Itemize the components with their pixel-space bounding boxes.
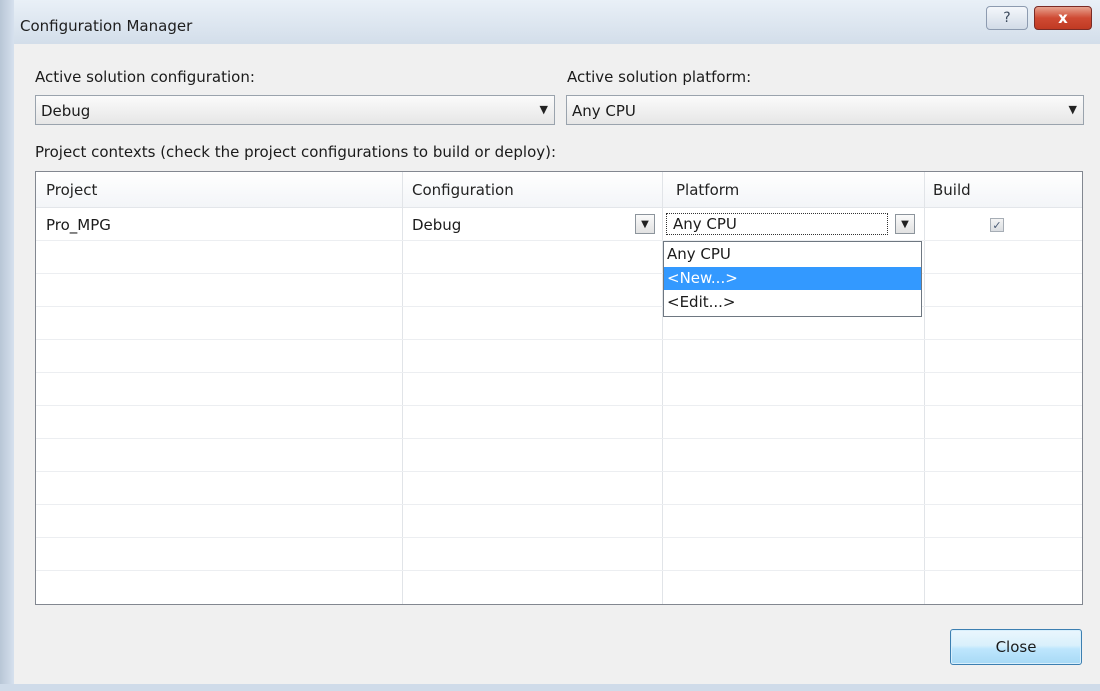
chevron-down-icon[interactable]: ▼	[635, 214, 655, 234]
help-button[interactable]: ?	[986, 6, 1028, 30]
row-configuration-value: Debug	[412, 216, 462, 234]
row-platform-combo[interactable]: Any CPU ▼	[666, 212, 921, 236]
column-divider	[924, 172, 925, 604]
row-divider	[36, 504, 1082, 505]
window-title: Configuration Manager	[20, 17, 193, 35]
platform-dropdown-list[interactable]: Any CPU <New...> <Edit...>	[663, 241, 922, 317]
row-divider	[36, 372, 1082, 373]
row-divider	[36, 240, 1082, 241]
row-divider	[36, 306, 1082, 307]
chevron-down-icon: ▼	[1068, 103, 1077, 116]
close-button-label: Close	[995, 638, 1037, 656]
dialog-body: Active solution configuration: Debug ▼ A…	[14, 44, 1100, 684]
active-platform-value: Any CPU	[572, 102, 636, 120]
check-icon: ✓	[992, 218, 1002, 232]
row-divider	[36, 438, 1082, 439]
column-divider	[662, 172, 663, 604]
row-divider	[36, 339, 1082, 340]
active-platform-combo[interactable]: Any CPU ▼	[566, 95, 1084, 125]
row-divider	[36, 405, 1082, 406]
row-divider	[36, 471, 1082, 472]
row-divider	[36, 273, 1082, 274]
dropdown-option-any-cpu[interactable]: Any CPU	[664, 243, 921, 266]
close-button[interactable]: Close	[950, 629, 1082, 665]
project-contexts-grid[interactable]: Project Configuration Platform Build Pro…	[35, 171, 1083, 605]
column-header-platform[interactable]: Platform	[676, 181, 739, 199]
dropdown-arrow-glyph: ▼	[641, 218, 649, 230]
window-close-button[interactable]: x	[1034, 6, 1092, 30]
dropdown-option-edit[interactable]: <Edit...>	[664, 291, 921, 314]
window-left-edge	[0, 0, 14, 691]
project-contexts-label: Project contexts (check the project conf…	[35, 143, 557, 161]
window-bottom-edge	[0, 684, 1100, 691]
build-checkbox[interactable]: ✓	[990, 218, 1004, 232]
active-configuration-combo[interactable]: Debug ▼	[35, 95, 555, 125]
active-platform-label: Active solution platform:	[567, 68, 752, 86]
chevron-down-icon: ▼	[539, 103, 548, 116]
active-configuration-label: Active solution configuration:	[35, 68, 255, 86]
help-icon: ?	[1003, 10, 1011, 26]
row-configuration-combo[interactable]: Debug ▼	[406, 212, 658, 236]
dropdown-arrow-glyph: ▼	[901, 218, 909, 230]
row-divider	[36, 570, 1082, 571]
close-icon: x	[1058, 9, 1068, 27]
column-header-build[interactable]: Build	[933, 181, 971, 199]
grid-header: Project Configuration Platform Build	[36, 172, 1082, 208]
column-header-project[interactable]: Project	[46, 181, 97, 199]
dropdown-option-new[interactable]: <New...>	[664, 267, 921, 290]
chevron-down-icon[interactable]: ▼	[895, 214, 915, 234]
title-bar[interactable]: Configuration Manager ? x	[14, 0, 1100, 44]
column-divider	[402, 172, 403, 604]
project-name-cell[interactable]: Pro_MPG	[46, 216, 111, 234]
row-platform-value: Any CPU	[673, 215, 737, 233]
row-divider	[36, 537, 1082, 538]
column-header-configuration[interactable]: Configuration	[412, 181, 514, 199]
active-configuration-value: Debug	[41, 102, 91, 120]
